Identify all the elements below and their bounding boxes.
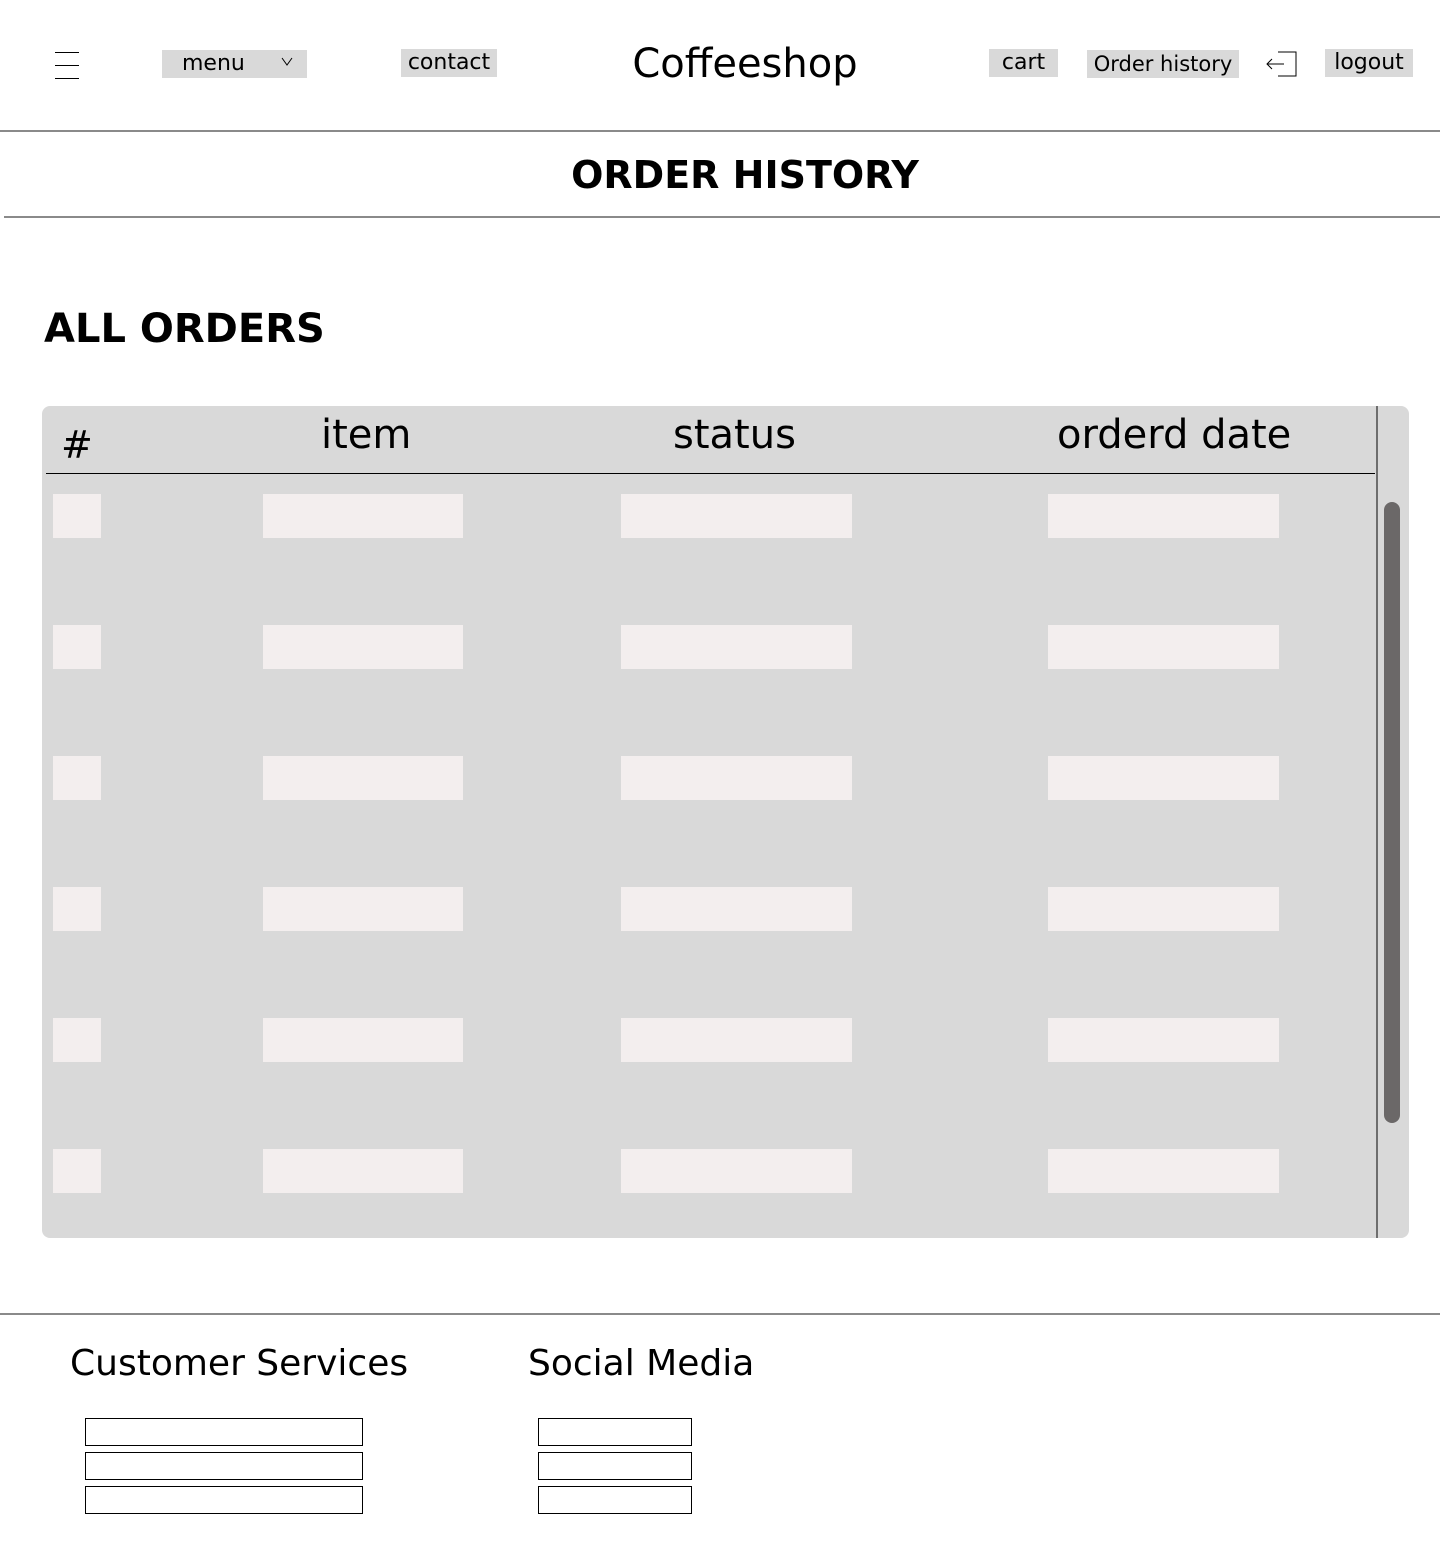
order-number-cell	[53, 887, 101, 931]
order-date-cell	[1048, 756, 1279, 800]
hamburger-line	[55, 65, 79, 66]
footer-divider	[0, 1313, 1440, 1315]
social-media-heading: Social Media	[528, 1343, 755, 1384]
order-item-cell	[263, 1018, 463, 1062]
title-divider	[4, 216, 1440, 218]
logout-button[interactable]: logout	[1325, 49, 1413, 77]
column-header-number: #	[61, 423, 93, 467]
column-header-status: status	[673, 412, 796, 458]
brand-logo-text[interactable]: Coffeeshop	[620, 38, 870, 90]
order-item-cell	[263, 756, 463, 800]
contact-button[interactable]: contact	[401, 49, 497, 77]
social-media-link[interactable]	[538, 1418, 692, 1446]
table-row[interactable]	[42, 625, 1376, 669]
table-row[interactable]	[42, 887, 1376, 931]
order-status-cell	[621, 1149, 852, 1193]
social-media-link[interactable]	[538, 1452, 692, 1480]
customer-services-heading: Customer Services	[70, 1343, 409, 1384]
social-media-link[interactable]	[538, 1486, 692, 1514]
order-number-cell	[53, 625, 101, 669]
customer-services-link[interactable]	[85, 1452, 363, 1480]
customer-services-link[interactable]	[85, 1486, 363, 1514]
menu-label: menu	[182, 51, 245, 76]
order-status-cell	[621, 1018, 852, 1062]
order-number-cell	[53, 1018, 101, 1062]
customer-services-link[interactable]	[85, 1418, 363, 1446]
scrollbar-thumb[interactable]	[1384, 502, 1400, 1123]
order-status-cell	[621, 625, 852, 669]
hamburger-line	[55, 78, 79, 79]
order-date-cell	[1048, 625, 1279, 669]
scrollbar-track-divider	[1376, 406, 1378, 1238]
table-row[interactable]	[42, 1018, 1376, 1062]
order-number-cell	[53, 756, 101, 800]
column-header-item: item	[321, 412, 412, 458]
cart-button[interactable]: cart	[989, 49, 1058, 77]
order-status-cell	[621, 887, 852, 931]
header-divider	[0, 130, 1440, 132]
logout-icon[interactable]	[1264, 50, 1298, 78]
order-number-cell	[53, 494, 101, 538]
order-number-cell	[53, 1149, 101, 1193]
order-date-cell	[1048, 494, 1279, 538]
orders-table: # item status orderd date	[42, 406, 1409, 1238]
section-title: ALL ORDERS	[44, 306, 325, 352]
order-date-cell	[1048, 1018, 1279, 1062]
table-row[interactable]	[42, 1149, 1376, 1193]
table-row[interactable]	[42, 494, 1376, 538]
order-date-cell	[1048, 1149, 1279, 1193]
hamburger-line	[55, 52, 79, 53]
order-date-cell	[1048, 887, 1279, 931]
menu-dropdown-button[interactable]: menu	[162, 50, 307, 78]
table-row[interactable]	[42, 756, 1376, 800]
order-item-cell	[263, 625, 463, 669]
table-header-divider	[46, 473, 1375, 474]
order-status-cell	[621, 756, 852, 800]
column-header-ordered-date: orderd date	[1057, 412, 1292, 458]
order-status-cell	[621, 494, 852, 538]
hamburger-menu-icon[interactable]	[55, 52, 81, 80]
chevron-down-icon	[281, 57, 293, 66]
page-title: ORDER HISTORY	[571, 153, 919, 197]
order-history-button[interactable]: Order history	[1087, 50, 1239, 78]
order-item-cell	[263, 494, 463, 538]
order-item-cell	[263, 887, 463, 931]
order-item-cell	[263, 1149, 463, 1193]
